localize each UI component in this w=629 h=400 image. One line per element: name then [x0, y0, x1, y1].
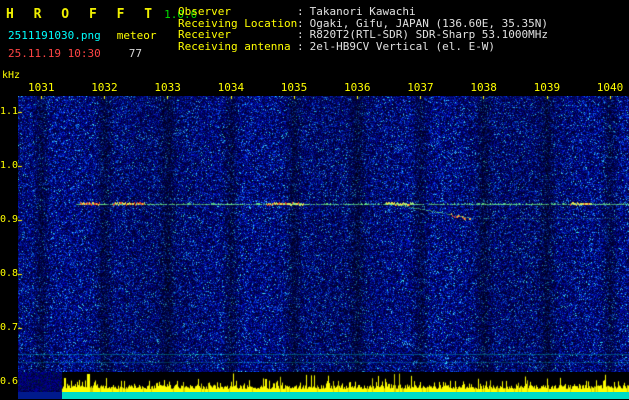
info-row: Observer: Takanori Kawachi — [178, 6, 548, 18]
info-value: 2el-HB9CV Vertical (el. E-W) — [309, 39, 496, 53]
info-value: Takanori Kawachi — [309, 5, 416, 18]
time-tick-label: 1034 — [217, 81, 245, 94]
freq-tick-label: 0.8 — [0, 268, 19, 279]
app-title-line: H R O F F T 1.0.0 — [6, 3, 197, 22]
minute-marker-bar — [62, 392, 629, 399]
time-tick-label: 1037 — [407, 81, 434, 94]
info-colon: : — [297, 28, 304, 41]
file-line: 2511191030.png meteor — [8, 24, 156, 43]
info-colon: : — [297, 5, 304, 18]
station-info: Observer: Takanori Kawachi Receiving Locat… — [178, 6, 548, 52]
spectrogram-canvas — [18, 96, 629, 372]
timestamp: 25.11.19 10:30 — [8, 47, 101, 60]
time-tick-label: 1033 — [154, 81, 181, 94]
info-row: Receiving antenna:2el-HB9CV Vertical (el… — [178, 39, 548, 53]
time-tick-label: 1032 — [91, 81, 118, 94]
time-tick-label: 1031 — [28, 81, 55, 94]
info-colon: : — [297, 39, 304, 53]
echo-count: 77 — [128, 47, 142, 60]
info-label: Receiver — [178, 28, 231, 41]
app-title: H R O F F T — [6, 7, 159, 22]
freq-tick-label: 0.9 — [0, 214, 19, 225]
time-line: 25.11.19 10:30 77 — [8, 42, 142, 61]
marker-bar-gap — [18, 392, 62, 399]
time-tick-label: 1040 — [596, 81, 624, 94]
time-tick-label: 1038 — [470, 81, 497, 94]
hrofft-window: H R O F F T 1.0.0 2511191030.png meteor 25… — [0, 0, 629, 400]
power-strip-canvas — [18, 372, 629, 392]
mode-label: meteor — [116, 29, 157, 42]
info-value: R820T2(RTL-SDR) SDR-Sharp 53.1000MHz — [309, 28, 549, 41]
freq-tick-label: 1.1 — [0, 106, 19, 117]
info-row: Receiver: R820T2(RTL-SDR) SDR-Sharp 53.10… — [178, 29, 548, 41]
time-tick-label: 1035 — [280, 81, 308, 94]
freq-tick-label: 1.0 — [0, 160, 19, 171]
time-tick-label: 1036 — [344, 81, 371, 94]
info-label: Receiving antenna — [178, 39, 291, 53]
freq-tick-label: 0.6 — [0, 376, 19, 387]
capture-filename: 2511191030.png — [8, 29, 101, 42]
freq-tick-label: 0.7 — [0, 322, 19, 333]
info-label: Observer — [178, 5, 231, 18]
time-tick-label: 1039 — [533, 81, 561, 94]
freq-unit-label: kHz — [2, 70, 21, 81]
